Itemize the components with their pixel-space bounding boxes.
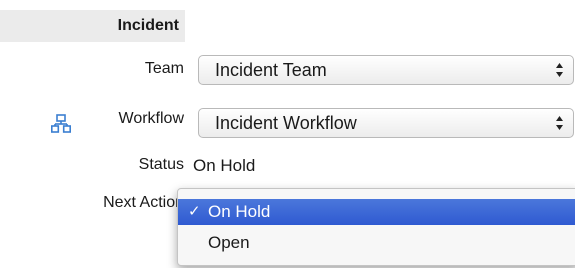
status-label: Status [138,156,184,173]
workflow-select[interactable]: Incident Workflow [198,108,574,138]
next-action-dropdown: ✓ On Hold Open [177,188,575,266]
section-title: Incident [117,17,179,34]
status-value: On Hold [193,156,256,175]
workflow-select-value: Incident Workflow [215,113,357,133]
workflow-icon [51,114,71,133]
checkmark-icon: ✓ [188,203,201,220]
team-select[interactable]: Incident Team [198,55,574,85]
dropdown-option-open[interactable]: Open [178,230,575,256]
dropdown-option-label: On Hold [208,202,271,221]
dropdown-option-on-hold[interactable]: ✓ On Hold [178,199,575,225]
team-label: Team [144,60,184,77]
select-arrows-icon [556,116,563,130]
dropdown-option-label: Open [208,233,250,252]
select-arrows-icon [556,63,563,77]
next-action-label: Next Action [103,194,184,211]
section-header: Incident [0,10,185,42]
team-select-value: Incident Team [215,60,327,80]
workflow-label: Workflow [118,110,185,127]
